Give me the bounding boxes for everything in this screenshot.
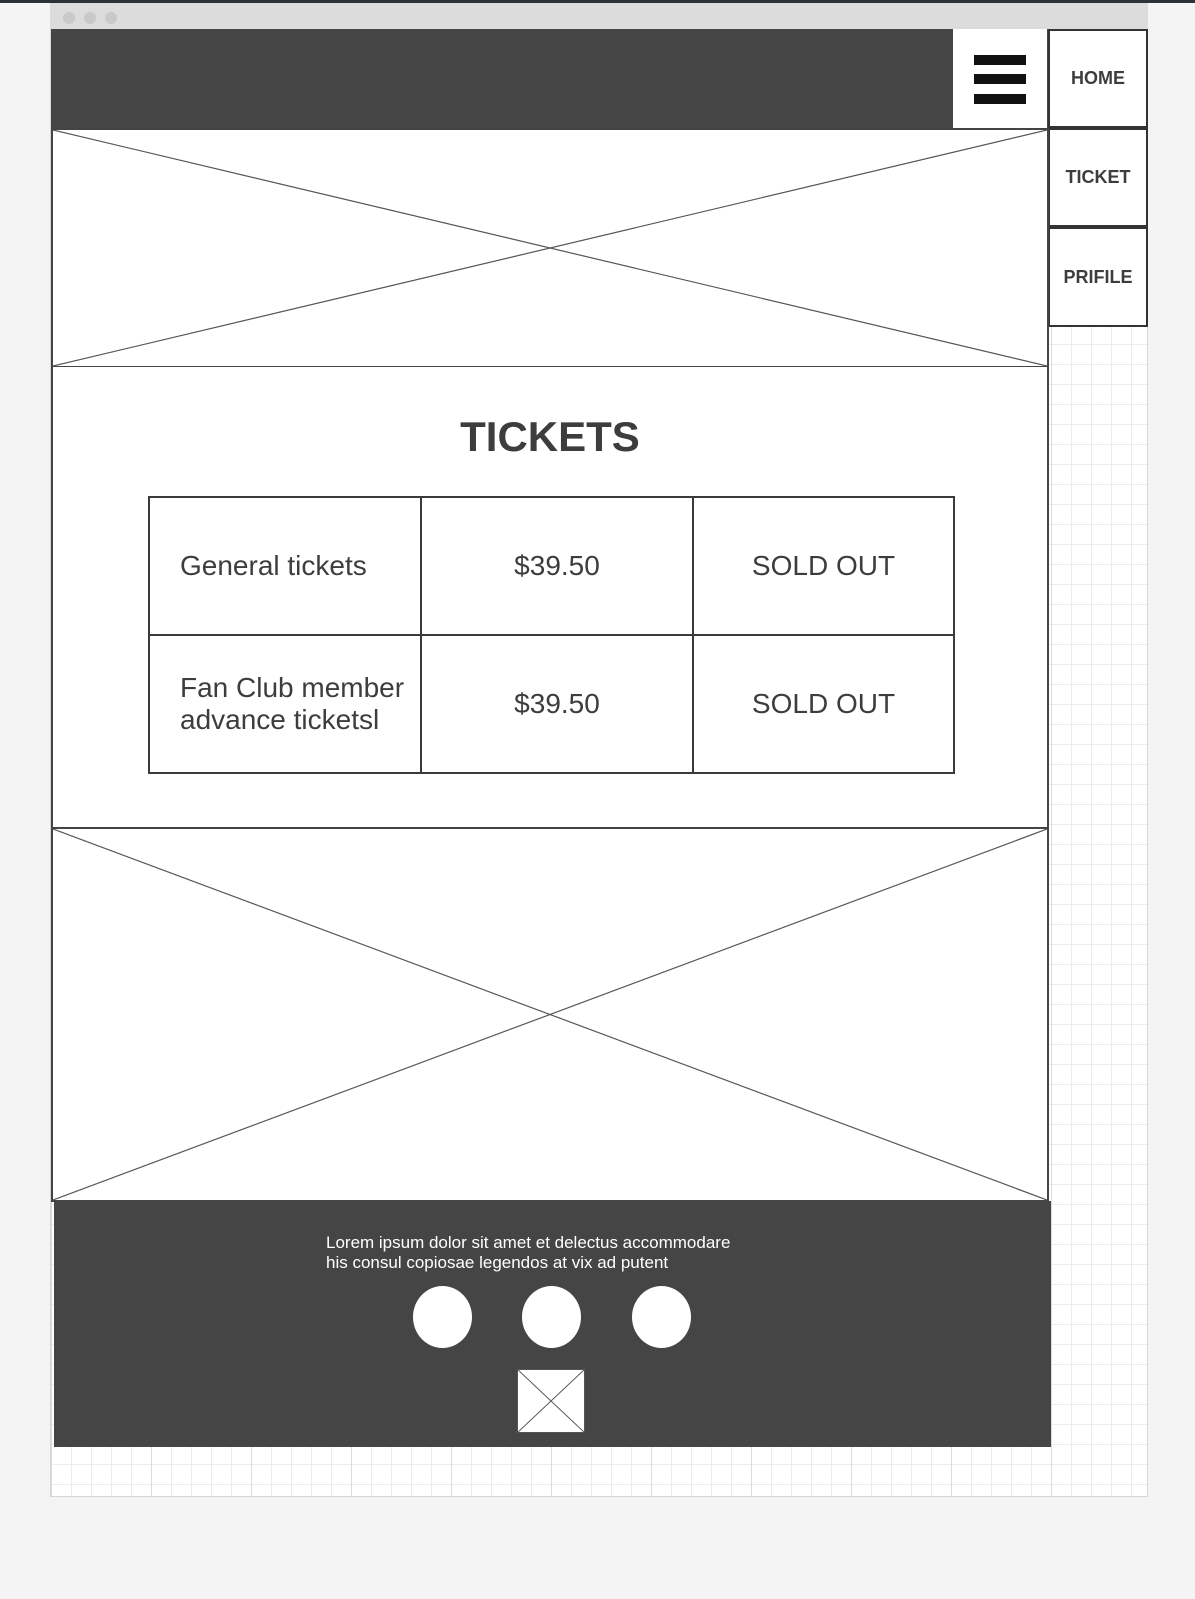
ticket-name: Fan Club member advance ticketsl: [148, 634, 422, 774]
tickets-section: TICKETS General tickets $39.50 SOLD OUT …: [51, 367, 1049, 828]
nav-item-ticket[interactable]: TICKET: [1048, 128, 1148, 227]
window-dot: [105, 12, 117, 24]
hamburger-menu-button[interactable]: [953, 29, 1047, 128]
image-placeholder-icon: [516, 1368, 586, 1434]
gallery-image-placeholder: [51, 827, 1049, 1202]
ticket-price: $39.50: [420, 496, 694, 636]
footer: Lorem ipsum dolor sit amet et delectus a…: [54, 1201, 1051, 1447]
ticket-status: SOLD OUT: [692, 496, 955, 636]
header-bar: [51, 29, 1048, 129]
nav-item-profile[interactable]: PRIFILE: [1048, 227, 1148, 327]
social-icon-1[interactable]: [413, 1286, 472, 1348]
footer-text-line: his consul copiosae legendos at vix ad p…: [326, 1253, 669, 1272]
tickets-table: General tickets $39.50 SOLD OUT Fan Club…: [148, 496, 955, 774]
window-dot: [63, 12, 75, 24]
hamburger-icon: [974, 74, 1026, 84]
hero-image-placeholder: [51, 128, 1049, 368]
social-icon-3[interactable]: [632, 1286, 691, 1348]
window-dot: [84, 12, 96, 24]
social-icon-2[interactable]: [522, 1286, 581, 1348]
hamburger-icon: [974, 55, 1026, 65]
tickets-title: TICKETS: [460, 413, 640, 460]
ticket-status: SOLD OUT: [692, 634, 955, 774]
nav-item-home[interactable]: HOME: [1048, 29, 1148, 128]
ticket-price: $39.50: [420, 634, 694, 774]
hamburger-icon: [974, 94, 1026, 104]
table-row: General tickets $39.50 SOLD OUT: [148, 496, 955, 636]
ticket-name: General tickets: [148, 496, 422, 636]
window-chrome: [50, 3, 1148, 29]
footer-text: Lorem ipsum dolor sit amet et delectus a…: [326, 1233, 786, 1273]
table-row: Fan Club member advance ticketsl $39.50 …: [148, 634, 955, 774]
footer-text-line: Lorem ipsum dolor sit amet et delectus a…: [326, 1233, 731, 1252]
